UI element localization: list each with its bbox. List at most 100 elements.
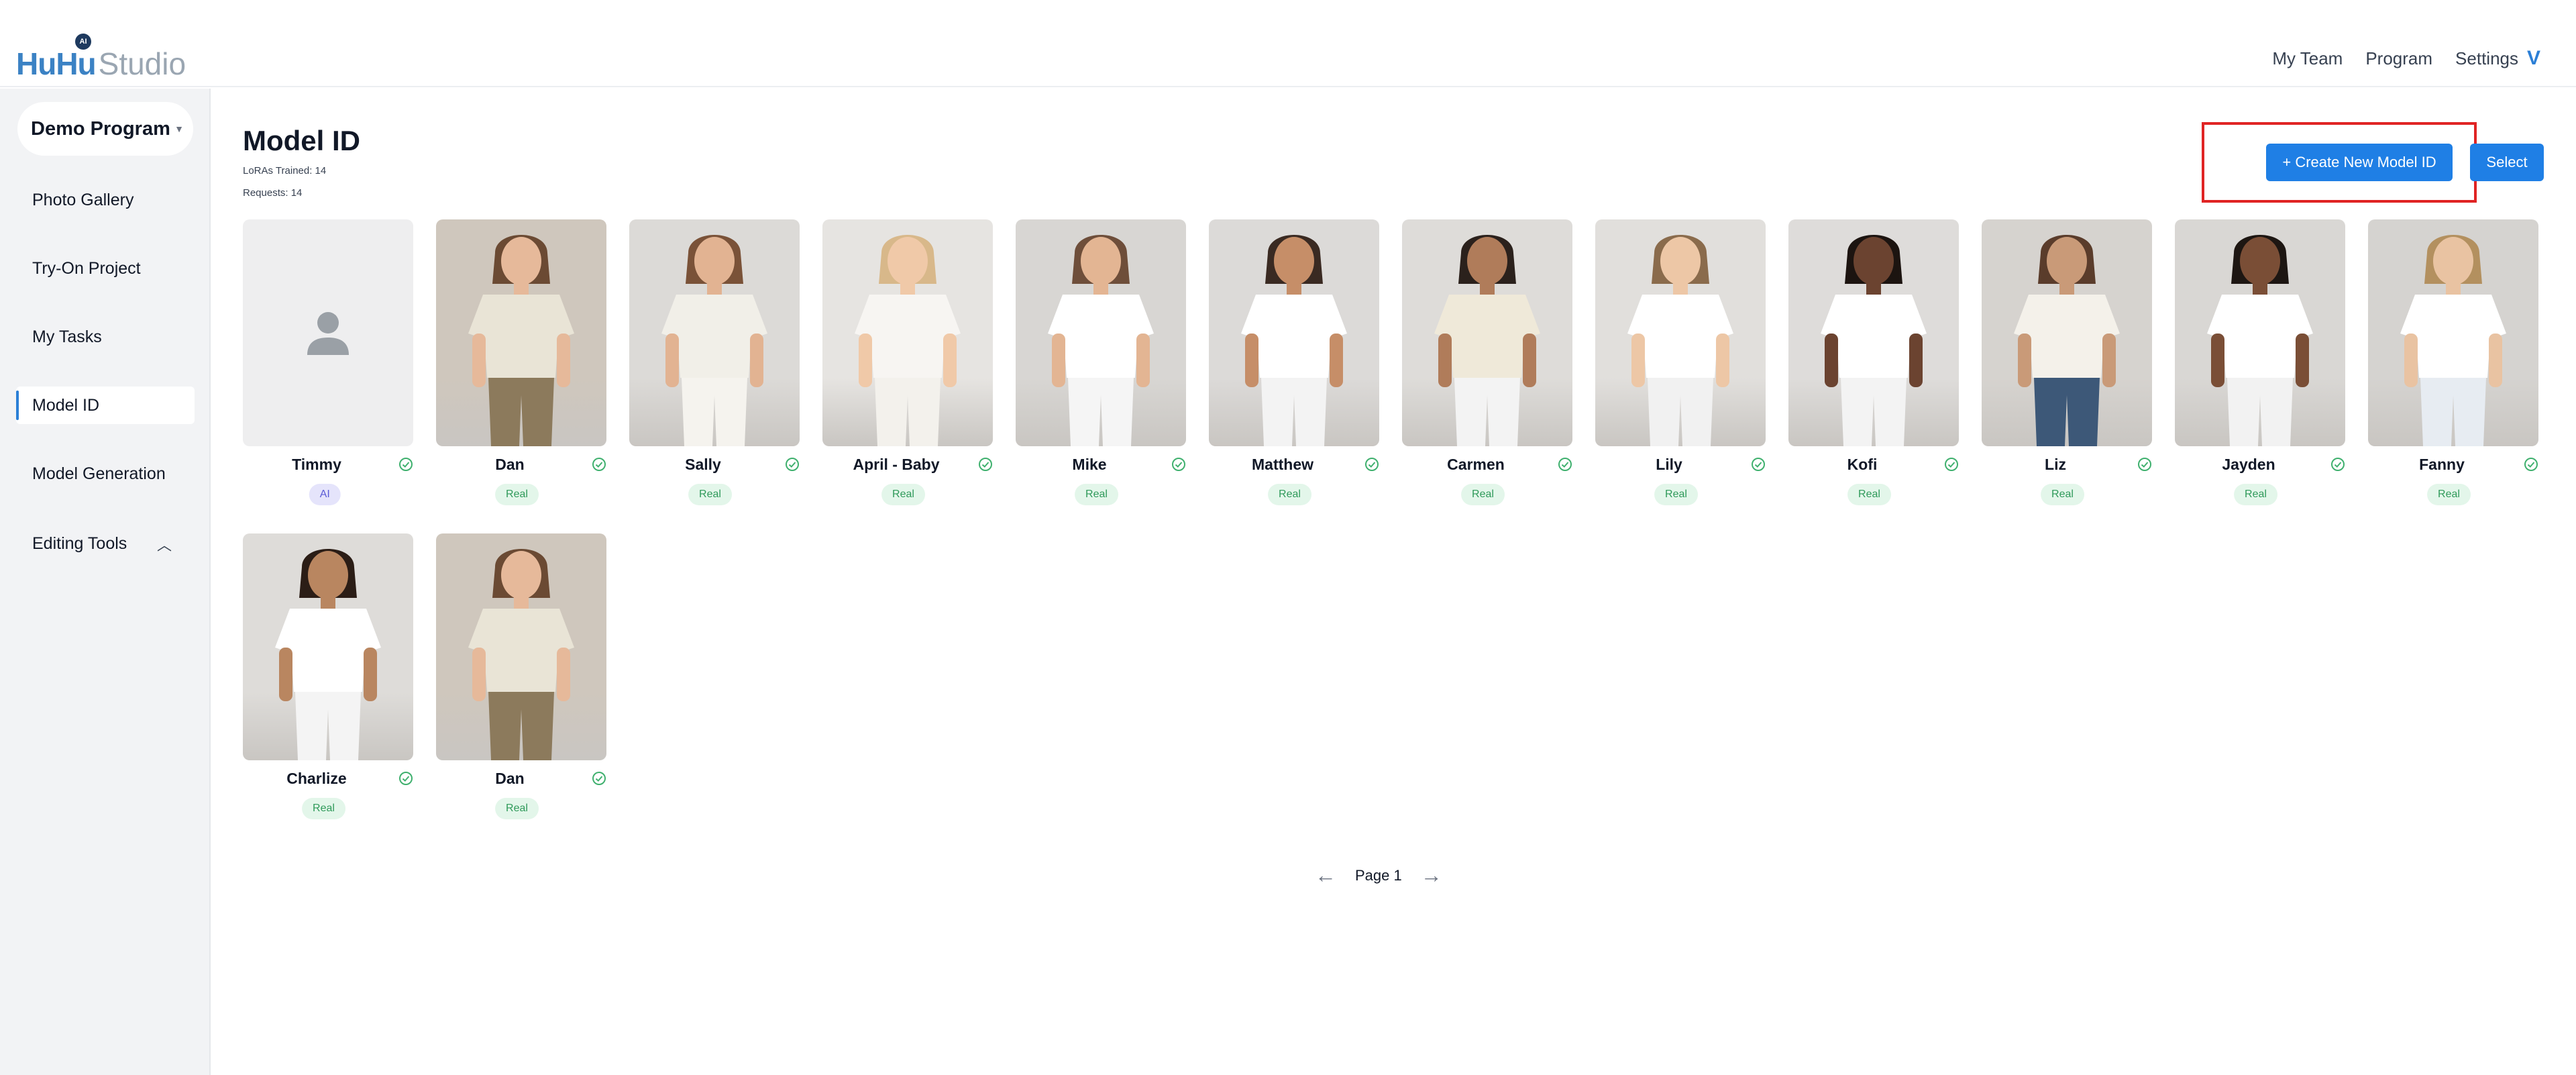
check-circle-icon (1172, 458, 1185, 471)
check-circle-icon (1945, 458, 1958, 471)
model-type-badge: Real (881, 484, 925, 505)
create-new-model-id-button[interactable]: + Create New Model ID (2266, 144, 2453, 181)
model-name: Mike (1072, 456, 1107, 473)
model-type-badge: Real (495, 798, 539, 819)
user-avatar[interactable]: V (2516, 40, 2552, 76)
model-figure-illustration (855, 235, 961, 446)
model-photo[interactable] (2175, 219, 2345, 446)
model-type-badge: Real (2234, 484, 2277, 505)
model-name: Dan (495, 770, 525, 787)
check-circle-icon (2331, 458, 2345, 471)
sidebar-item-label: Model ID (32, 395, 100, 415)
model-card[interactable]: Liz Real (1982, 219, 2152, 507)
program-selector[interactable]: Demo Program ▼ (17, 102, 193, 156)
model-figure-illustration (2014, 235, 2120, 446)
model-photo[interactable] (1209, 219, 1379, 446)
model-photo[interactable] (243, 533, 413, 760)
model-type-badge: Real (688, 484, 732, 505)
model-type-badge: AI (309, 484, 341, 505)
requests-count: Requests: 14 (243, 187, 303, 199)
model-figure-illustration (1627, 235, 1733, 446)
model-card[interactable]: Dan Real (436, 533, 606, 821)
model-type-badge: Real (1461, 484, 1505, 505)
program-selector-label: Demo Program (31, 117, 170, 140)
model-figure-illustration (1241, 235, 1347, 446)
model-name: Timmy (292, 456, 341, 473)
model-photo[interactable] (436, 219, 606, 446)
model-name: Fanny (2419, 456, 2465, 473)
check-circle-icon (2524, 458, 2538, 471)
sidebar-item-label: Editing Tools (32, 533, 127, 553)
select-button[interactable]: Select (2470, 144, 2544, 181)
check-circle-icon (592, 458, 606, 471)
model-name: April - Baby (853, 456, 940, 473)
model-name: Carmen (1447, 456, 1505, 473)
nav-program[interactable]: Program (2365, 48, 2432, 69)
sidebar-item-my-tasks[interactable]: My Tasks (16, 318, 195, 356)
page-title: Model ID (243, 125, 360, 156)
sidebar-item-model-id[interactable]: Model ID (16, 387, 195, 424)
logo-ai-badge: AI (75, 34, 91, 50)
sidebar-item-label: Model Generation (32, 464, 166, 483)
nav-my-team[interactable]: My Team (2272, 48, 2343, 69)
model-card[interactable]: Lily Real (1595, 219, 1766, 507)
top-nav: My Team Program Settings (2272, 48, 2518, 69)
model-card[interactable]: April - Baby Real (822, 219, 993, 507)
model-name: Kofi (1847, 456, 1878, 473)
model-card[interactable]: Charlize Real (243, 533, 413, 821)
huhu-studio-logo[interactable]: HuHu AI Studio (16, 34, 186, 82)
check-circle-icon (592, 772, 606, 785)
model-photo[interactable] (822, 219, 993, 446)
check-circle-icon (399, 458, 413, 471)
model-figure-illustration (1821, 235, 1927, 446)
model-photo[interactable] (1595, 219, 1766, 446)
model-photo[interactable] (2368, 219, 2538, 446)
model-figure-illustration (468, 549, 574, 760)
model-card[interactable]: Fanny Real (2368, 219, 2538, 507)
arrow-left-icon[interactable]: ← (1315, 863, 1336, 888)
model-card[interactable]: Dan Real (436, 219, 606, 507)
model-figure-illustration (1434, 235, 1540, 446)
top-header: HuHu AI Studio My Team Program Settings … (0, 0, 2576, 87)
model-photo[interactable] (1402, 219, 1572, 446)
model-photo[interactable] (629, 219, 800, 446)
check-circle-icon (1752, 458, 1765, 471)
model-grid: Timmy AI Dan Real Sally Real April - Baby Real M… (243, 219, 2544, 821)
model-card[interactable]: Jayden Real (2175, 219, 2345, 507)
model-photo[interactable] (1982, 219, 2152, 446)
model-photo-placeholder[interactable] (243, 219, 413, 446)
model-type-badge: Real (1654, 484, 1698, 505)
model-name: Liz (2045, 456, 2066, 473)
sidebar-item-model-generation[interactable]: Model Generation (16, 455, 195, 493)
model-card[interactable]: Kofi Real (1788, 219, 1959, 507)
model-photo[interactable] (436, 533, 606, 760)
arrow-right-icon[interactable]: → (1421, 863, 1442, 888)
model-name: Jayden (2222, 456, 2275, 473)
sidebar-item-editing-tools[interactable]: Editing Tools ︿ (16, 525, 195, 562)
pagination: ← Page 1 → (1315, 863, 1442, 888)
model-card[interactable]: Timmy AI (243, 219, 413, 507)
model-figure-illustration (2400, 235, 2506, 446)
sidebar-item-try-on-project[interactable]: Try-On Project (16, 250, 195, 287)
page-label: Page 1 (1355, 866, 1402, 884)
model-type-badge: Real (2041, 484, 2084, 505)
model-figure-illustration (468, 235, 574, 446)
model-type-badge: Real (2427, 484, 2471, 505)
model-card[interactable]: Mike Real (1016, 219, 1186, 507)
model-figure-illustration (275, 549, 381, 760)
sidebar-item-label: Photo Gallery (32, 190, 134, 209)
model-photo[interactable] (1788, 219, 1959, 446)
model-card[interactable]: Sally Real (629, 219, 800, 507)
model-card[interactable]: Matthew Real (1209, 219, 1379, 507)
model-name: Lily (1656, 456, 1682, 473)
model-figure-illustration (661, 235, 767, 446)
model-photo[interactable] (1016, 219, 1186, 446)
model-name: Sally (685, 456, 721, 473)
model-card[interactable]: Carmen Real (1402, 219, 1572, 507)
person-icon (307, 312, 349, 355)
nav-settings[interactable]: Settings (2455, 48, 2518, 69)
model-name: Dan (495, 456, 525, 473)
sidebar-item-photo-gallery[interactable]: Photo Gallery (16, 181, 195, 219)
sidebar: Demo Program ▼ Photo Gallery Try-On Proj… (0, 89, 211, 1075)
chevron-up-icon: ︿ (156, 537, 172, 554)
